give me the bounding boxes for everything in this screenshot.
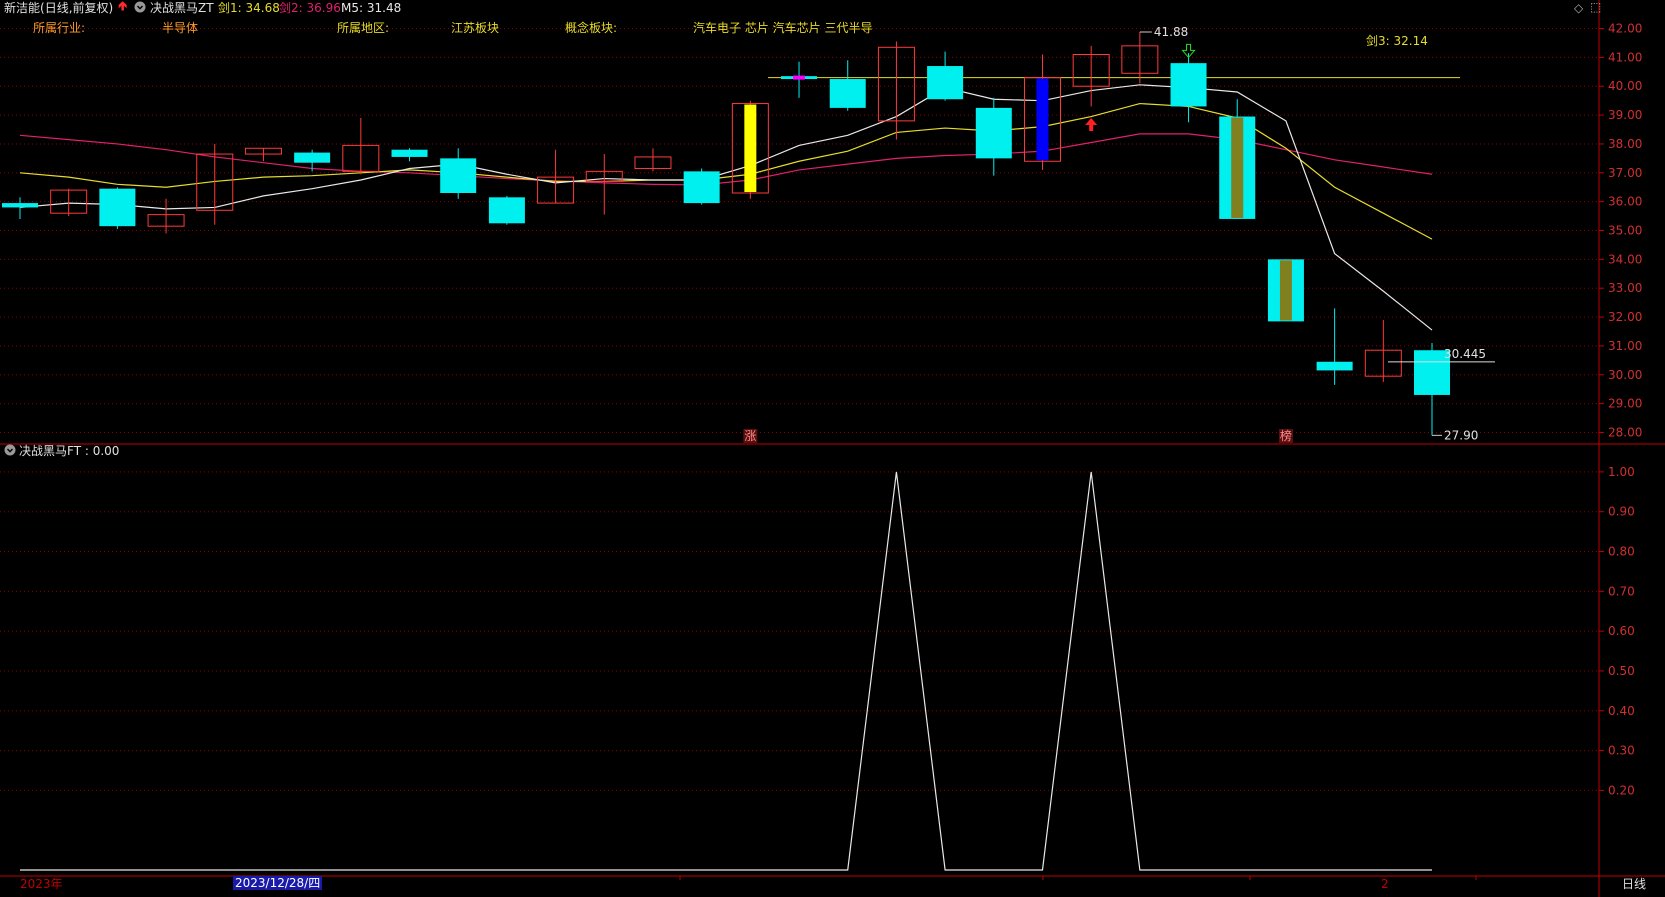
y-tick-label: 41.00 (1608, 50, 1642, 64)
diamond-icon[interactable]: ◇ (1574, 1, 1583, 15)
current-price-label: 30.445 (1444, 347, 1486, 361)
industry-label: 所属行业: (33, 21, 86, 35)
candle-body (975, 107, 1012, 159)
candle-body (99, 188, 136, 227)
candle-body (294, 152, 331, 163)
lower-y-tick-label: 1.00 (1608, 465, 1635, 479)
candle-body (488, 197, 525, 224)
highlight-bar-olive (1231, 117, 1244, 218)
highlight-bar-olive (1279, 260, 1292, 321)
y-tick-label: 35.00 (1608, 224, 1642, 238)
y-tick-label: 40.00 (1608, 79, 1642, 93)
candle-body (391, 149, 428, 157)
stock-title: 新洁能(日线,前复权) (4, 1, 113, 15)
dropdown-icon[interactable] (134, 1, 146, 16)
y-tick-label: 30.00 (1608, 368, 1642, 382)
jian2-value: 36.96 (306, 1, 341, 15)
date-cursor-label[interactable]: 2023/12/28/四 (233, 876, 323, 890)
y-tick-label: 32.00 (1608, 310, 1642, 324)
lower-y-tick-label: 0.40 (1608, 704, 1635, 718)
indicator-name: 决战黑马ZT (150, 1, 214, 15)
lower-y-tick-label: 0.20 (1608, 783, 1635, 797)
year-label: 2023年 (20, 877, 63, 891)
m5-value: 31.48 (366, 1, 402, 15)
arrow-up-icon[interactable]: 🢁 (118, 0, 127, 14)
region-label: 所属地区: (337, 21, 390, 35)
expand-icon[interactable]: ⬚ (1590, 0, 1601, 14)
jian3-value: 32.14 (1393, 34, 1428, 48)
y-tick-label: 42.00 (1608, 22, 1642, 36)
arrow-up-icon (1085, 117, 1098, 131)
y-tick-label: 36.00 (1608, 195, 1642, 209)
y-tick-label: 34.00 (1608, 252, 1642, 266)
y-tick-label: 28.00 (1608, 425, 1642, 439)
candle-body (829, 79, 866, 108)
y-tick-label: 39.00 (1608, 108, 1642, 122)
period-label: (日线,前复权) (40, 1, 114, 15)
lower-dropdown-icon[interactable] (4, 444, 16, 459)
y-tick-label: 31.00 (1608, 339, 1642, 353)
lower-y-tick-label: 0.70 (1608, 584, 1635, 598)
lower-y-tick-label: 0.60 (1608, 624, 1635, 638)
bottom-marker: 榜 (1280, 428, 1292, 443)
high-label: 41.88 (1154, 25, 1188, 39)
lower-y-tick-label: 0.80 (1608, 545, 1635, 559)
region-value[interactable]: 江苏板块 (451, 21, 499, 35)
jian3-label: 剑3: (1366, 34, 1390, 48)
jian3-readout: 剑3: 32.14 (1366, 34, 1428, 48)
magenta-marker (793, 75, 806, 80)
jian2-label: 剑2: (279, 1, 303, 15)
concept-label: 概念板块: (565, 21, 618, 35)
lower-y-tick-label: 0.90 (1608, 505, 1635, 519)
y-tick-label: 29.00 (1608, 397, 1642, 411)
candle-body (2, 203, 38, 208)
industry-value[interactable]: 半导体 (162, 21, 198, 35)
period-button[interactable]: 日线 (1622, 877, 1646, 891)
m5-readout: M5: 31.48 (341, 1, 401, 15)
candle-body (440, 158, 477, 193)
jian1-label: 剑1: (218, 1, 242, 15)
jian1-readout: 剑1: 34.68 (218, 1, 280, 15)
candle-body (927, 66, 964, 100)
m5-label: M5: (341, 1, 364, 15)
bottom-marker: 涨 (744, 428, 756, 443)
jian1-value: 34.68 (245, 1, 280, 15)
candle-body (1316, 361, 1353, 371)
candle-body (1170, 63, 1207, 107)
y-tick-label: 37.00 (1608, 166, 1642, 180)
tick-label: 2 (1381, 877, 1389, 891)
candle-body (683, 171, 720, 204)
candlestick-chart: 42.00 41.00 40.00 39.00 38.00 37.00 36.00 35.00… (0, 0, 1665, 897)
y-tick-label: 38.00 (1608, 137, 1642, 151)
lower-y-tick-label: 0.30 (1608, 744, 1635, 758)
concept-value[interactable]: 汽车电子 芯片 汽车芯片 三代半导 (693, 21, 872, 35)
highlight-bar-yellow (744, 104, 757, 192)
lower-y-tick-label: 0.50 (1608, 664, 1635, 678)
low-label: 27.90 (1444, 428, 1478, 442)
stock-name: 新洁能 (4, 1, 41, 15)
highlight-bar-blue (1036, 78, 1049, 161)
y-tick-label: 33.00 (1608, 281, 1642, 295)
lower-indicator-label: 决战黑马FT : 0.00 (19, 444, 120, 458)
jian2-readout: 剑2: 36.96 (279, 1, 341, 15)
